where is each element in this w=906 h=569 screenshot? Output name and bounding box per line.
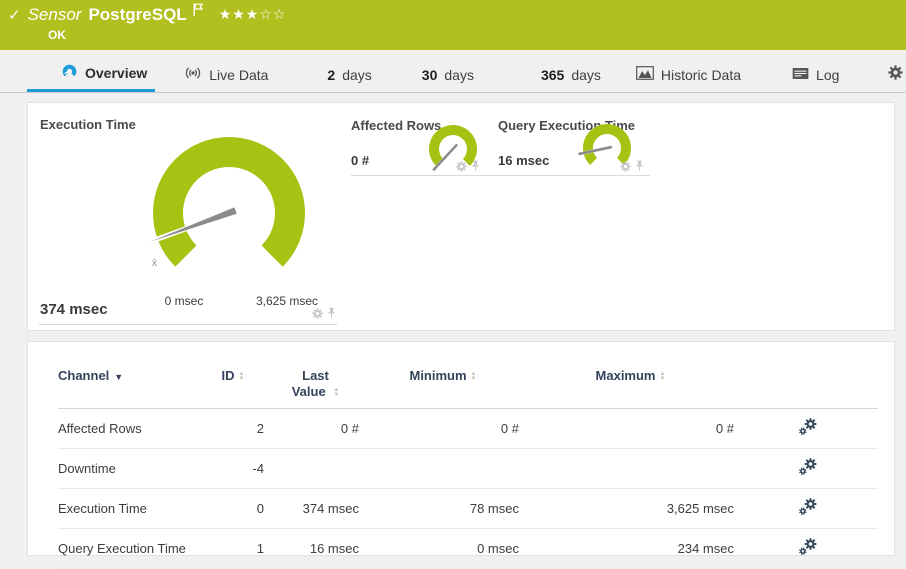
channel-id: 2 [198, 408, 268, 449]
channel-last-value: 374 msec [268, 488, 363, 529]
live-data-icon [184, 66, 202, 83]
log-icon [792, 67, 809, 83]
column-header-id[interactable]: ID ▲ ▼ [198, 362, 268, 409]
gauge-value-affected-rows: 0 # [351, 153, 370, 168]
gear-icon [888, 65, 904, 83]
tab-overview[interactable]: Overview [27, 63, 156, 92]
channel-minimum: 0 # [363, 408, 523, 449]
tab-log[interactable]: Log [790, 67, 841, 92]
channel-last-value: 16 msec [268, 528, 363, 569]
gauge-value-execution-time: 374 msec [40, 301, 108, 318]
channel-settings-gears-icon[interactable] [798, 537, 818, 560]
channel-maximum: 234 msec [523, 528, 738, 569]
channel-settings-gears-icon[interactable] [798, 457, 818, 480]
channel-id: 0 [198, 488, 268, 529]
tab-number: 365 [540, 67, 565, 83]
tab-bar: Overview Live Data 2 days 30 days 365 da… [0, 50, 906, 93]
sort-desc-icon: ▼ [114, 371, 124, 382]
gauge-pin-icon[interactable] [635, 160, 644, 172]
tab-settings[interactable]: Settings [886, 65, 906, 92]
column-header-actions [738, 362, 878, 409]
channel-minimum: 0 msec [363, 528, 523, 569]
column-header-last-value[interactable]: Last Value ▲ ▼ [268, 362, 363, 409]
tab-historic-data[interactable]: Historic Data [634, 66, 743, 92]
tab-label: Historic Data [660, 66, 742, 83]
tab-number: 30 [421, 67, 438, 83]
channel-last-value: 0 # [268, 408, 363, 449]
gauges-panel: Execution Time x̄ 0 msec 3,625 msec 374 … [27, 102, 895, 331]
sensor-name: PostgreSQL [88, 5, 187, 24]
sort-icon: ▲ ▼ [238, 370, 245, 382]
gauge-settings-gear-icon[interactable] [312, 307, 323, 319]
channel-settings-gears-icon[interactable] [798, 417, 818, 440]
tab-label: Log [816, 67, 840, 83]
channels-panel: Channel ▼ ID ▲ ▼ Last Value ▲ ▼ Minimum ▲ ▼ Ma… [27, 341, 895, 569]
gauge-icon [61, 63, 78, 83]
channel-maximum: 3,625 msec [523, 488, 738, 529]
sort-icon: ▲ ▼ [659, 370, 666, 382]
channel-id: 1 [198, 528, 268, 569]
tab-2-days[interactable]: 2 days [325, 67, 373, 92]
channel-minimum: 78 msec [363, 488, 523, 529]
average-marker: x̄ [152, 258, 157, 269]
channel-name: Query Execution Time [58, 528, 198, 569]
gauge-settings-gear-icon[interactable] [620, 160, 631, 172]
table-row: Downtime -4 [58, 448, 878, 489]
table-row: Query Execution Time 1 16 msec 0 msec 23… [58, 528, 878, 569]
priority-stars[interactable]: ★★★☆☆ [219, 6, 287, 23]
channel-last-value [268, 448, 363, 489]
column-header-maximum[interactable]: Maximum ▲ ▼ [523, 362, 738, 409]
channel-maximum: 0 # [523, 408, 738, 449]
tab-label: days [571, 67, 601, 83]
gauge-max-label: 3,625 msec [255, 294, 319, 308]
gauge-pin-icon[interactable] [327, 307, 336, 319]
historic-data-icon [635, 66, 654, 83]
tab-label: Live Data [209, 66, 269, 83]
tab-live-data[interactable]: Live Data [182, 66, 270, 92]
gauge-min-label: 0 msec [164, 294, 204, 308]
table-header-row: Channel ▼ ID ▲ ▼ Last Value ▲ ▼ Minimum ▲ ▼ Ma… [58, 362, 878, 409]
stars-empty: ☆☆ [259, 5, 287, 22]
sensor-header: ✓ Sensor PostgreSQL ★★★☆☆ OK [0, 0, 906, 50]
sort-icon: ▲ ▼ [333, 386, 340, 398]
channel-minimum [363, 448, 523, 489]
tab-number: 2 [327, 67, 336, 83]
stars-filled: ★★★ [218, 5, 260, 22]
gauge-settings-gear-icon[interactable] [456, 160, 467, 172]
tab-label: Overview [85, 65, 148, 81]
channel-settings-gears-icon[interactable] [798, 497, 818, 520]
gauge-title-execution-time: Execution Time [40, 117, 136, 132]
channel-id: -4 [198, 448, 268, 489]
sort-icon: ▲ ▼ [470, 370, 477, 382]
table-row: Execution Time 0 374 msec 78 msec 3,625 … [58, 488, 878, 529]
channel-name: Downtime [58, 448, 198, 489]
channels-table: Channel ▼ ID ▲ ▼ Last Value ▲ ▼ Minimum ▲ ▼ Ma… [58, 362, 878, 569]
tab-label: days [342, 67, 372, 83]
execution-time-gauge [129, 113, 329, 318]
channel-name: Execution Time [58, 488, 198, 529]
channel-maximum [523, 448, 738, 489]
tab-365-days[interactable]: 365 days [539, 67, 603, 92]
table-row: Affected Rows 2 0 # 0 # 0 # [58, 408, 878, 449]
column-header-minimum[interactable]: Minimum ▲ ▼ [363, 362, 523, 409]
flag-icon[interactable] [193, 3, 204, 21]
sensor-kind-label: Sensor [27, 5, 82, 24]
gauge-pin-icon[interactable] [471, 160, 480, 172]
tab-30-days[interactable]: 30 days [420, 67, 476, 92]
gauge-value-query-execution-time: 16 msec [498, 153, 550, 168]
status-badge: OK [48, 28, 66, 42]
ok-check-icon: ✓ [8, 7, 21, 24]
tab-label: days [444, 67, 474, 83]
channel-name: Affected Rows [58, 408, 198, 449]
column-header-channel[interactable]: Channel ▼ [58, 362, 198, 409]
